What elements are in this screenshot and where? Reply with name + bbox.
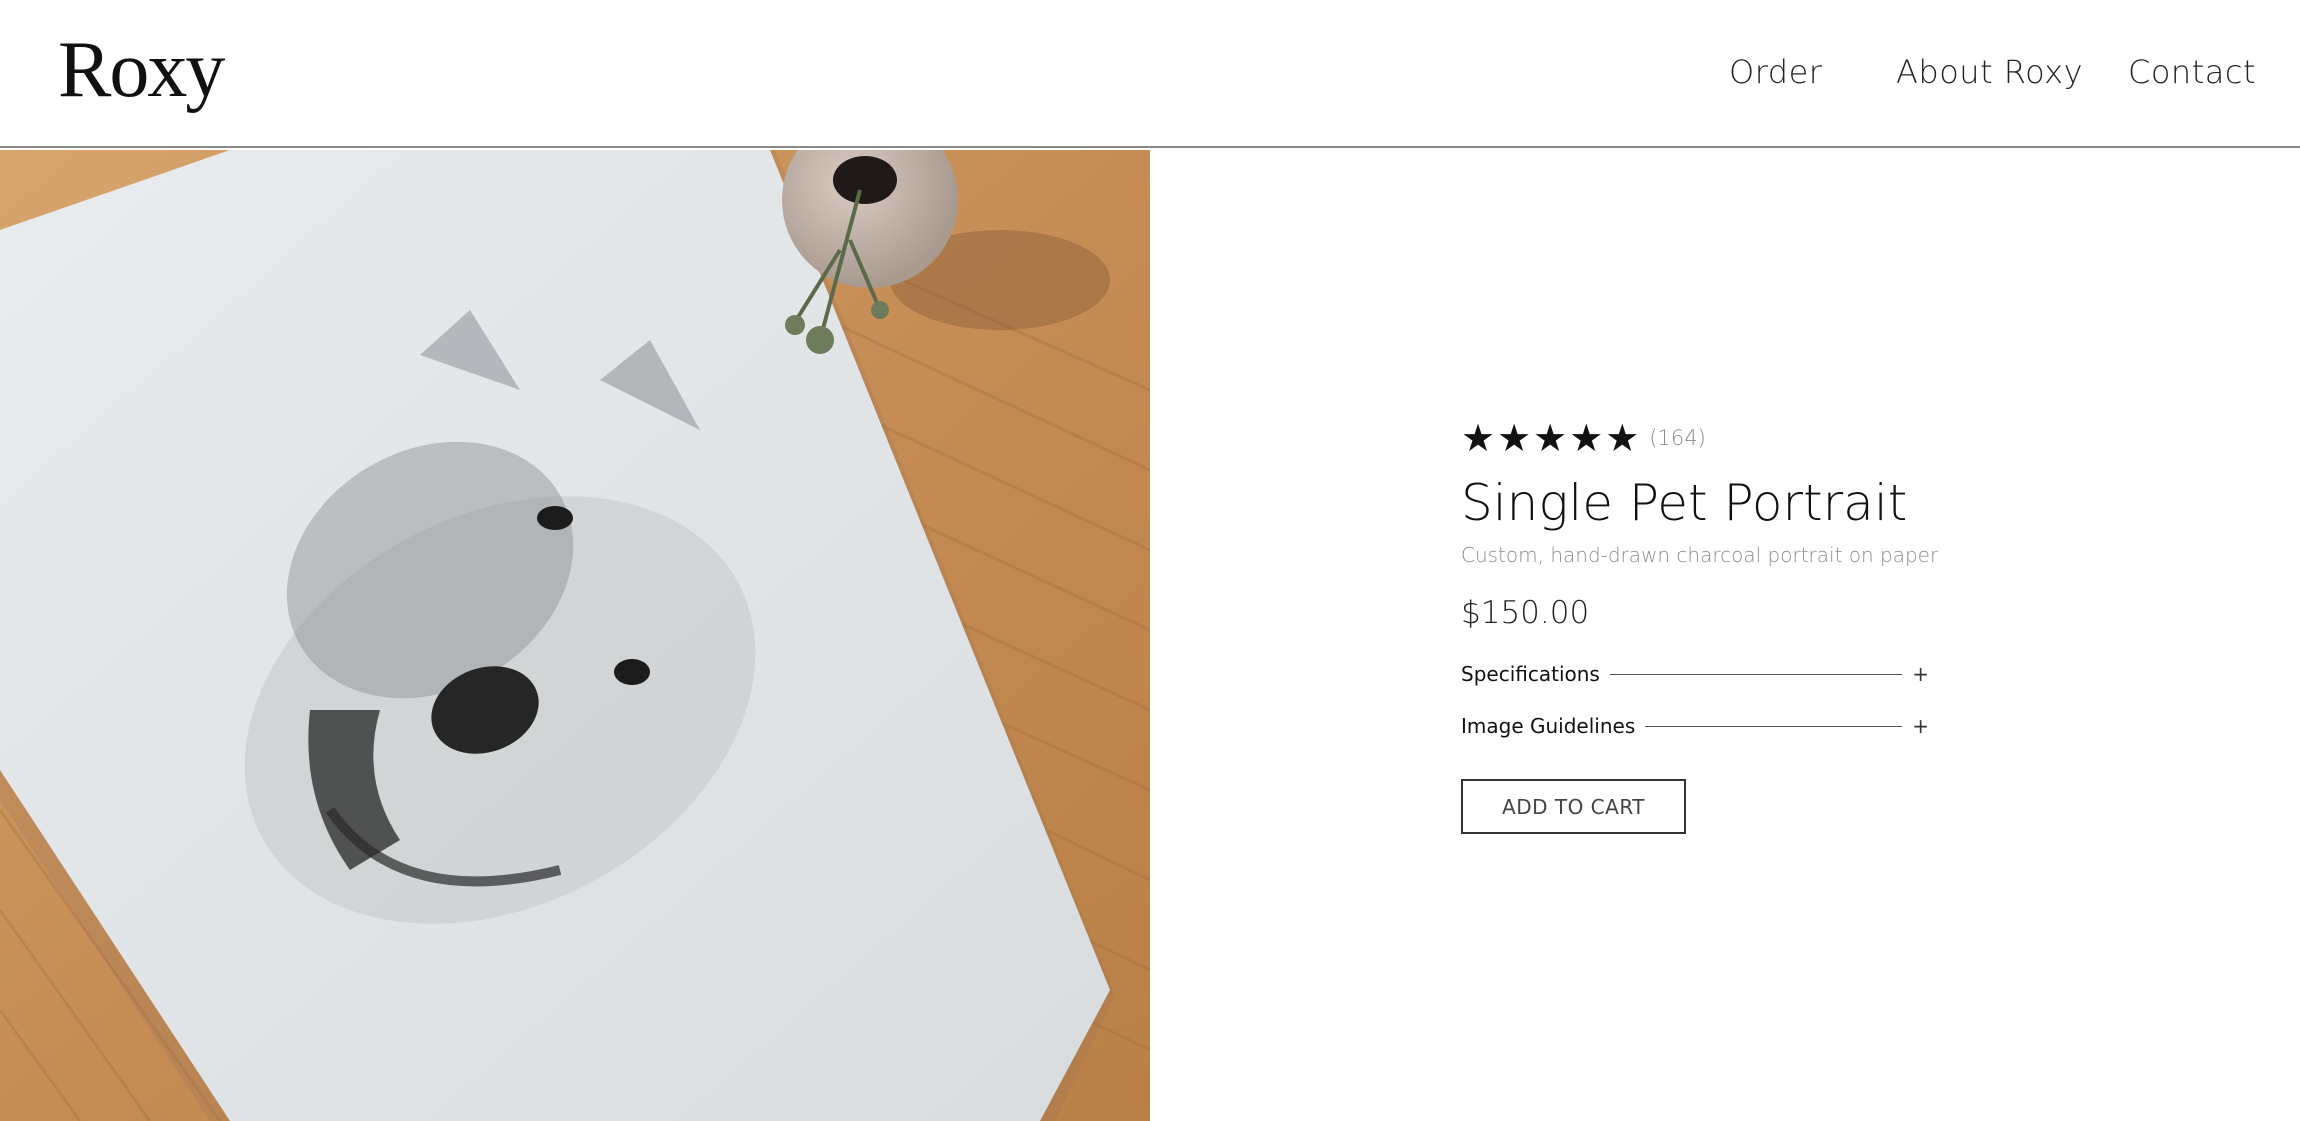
site-header: Roxy Order About Roxy Contact (0, 0, 2300, 148)
accordion-divider-line (1645, 725, 1903, 727)
accordion-image-guidelines[interactable]: Image Guidelines + (1461, 711, 1929, 741)
rating-row[interactable]: ★★★★★ (164) (1461, 418, 1941, 458)
product-subtitle: Custom, hand-drawn charcoal portrait on … (1461, 543, 1939, 567)
accordion-specifications[interactable]: Specifications + (1461, 659, 1929, 689)
nav-link-about-roxy[interactable]: About Roxy (1896, 56, 2083, 88)
accordion-specifications-label: Specifications (1461, 662, 1600, 686)
product-photo (0, 150, 1150, 1121)
plus-icon[interactable]: + (1912, 662, 1929, 686)
review-count: (164) (1649, 426, 1706, 450)
nav-link-order[interactable]: Order (1729, 56, 1822, 88)
nav-link-contact[interactable]: Contact (2128, 56, 2256, 88)
accordion-image-guidelines-label: Image Guidelines (1461, 714, 1636, 738)
star-rating-icons: ★★★★★ (1461, 416, 1642, 460)
add-to-cart-button[interactable]: ADD TO CART (1461, 779, 1686, 834)
accordion-divider-line (1609, 673, 1903, 675)
product-price: $150.00 (1461, 595, 1590, 631)
plus-icon[interactable]: + (1912, 714, 1929, 738)
site-logo[interactable]: Roxy (58, 30, 225, 110)
product-details: ★★★★★ (164) Single Pet Portrait Custom, … (1461, 418, 1941, 834)
product-title: Single Pet Portrait (1461, 474, 1908, 532)
